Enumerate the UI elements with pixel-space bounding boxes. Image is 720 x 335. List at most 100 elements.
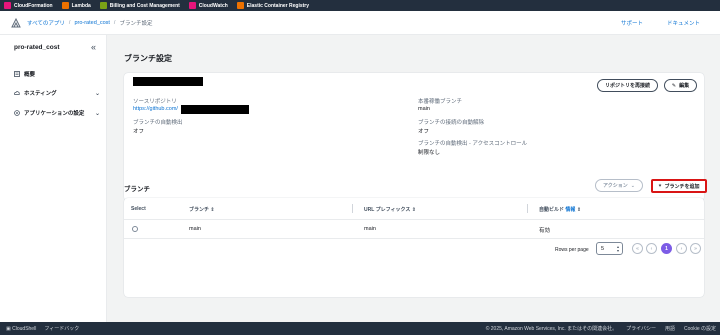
breadcrumb-separator: / xyxy=(68,19,71,26)
breadcrumb-separator: / xyxy=(113,19,116,26)
last-page-button[interactable]: » xyxy=(690,243,701,254)
info-link[interactable]: 情報 xyxy=(565,207,575,213)
source-repo-label: ソースリポジトリ xyxy=(133,99,177,105)
sidebar-item-overview[interactable]: 概要 xyxy=(14,70,100,78)
breadcrumb-all-apps[interactable]: すべてのアプリ xyxy=(27,19,65,27)
redacted-repo-url xyxy=(181,105,249,114)
branches-table: Select ブランチ ⇕ URL プレフィックス ⇕ 自動ビルド 情報 ⇕ m… xyxy=(124,198,704,297)
row-divider xyxy=(124,238,704,239)
rows-per-page-value: 5 xyxy=(601,245,605,252)
page-number-button[interactable]: 1 xyxy=(661,243,672,254)
sort-icon: ⇕ xyxy=(576,207,582,213)
table-cell-auto-build: 有効 xyxy=(539,228,551,234)
privacy-link[interactable]: プライバシー xyxy=(626,325,656,332)
favorite-label: CloudFormation xyxy=(14,2,53,9)
add-branch-button[interactable]: ⑂ ブランチを追加 xyxy=(651,179,707,193)
edit-icon: ✎ xyxy=(671,82,677,89)
chevron-down-icon: ⌄ xyxy=(94,90,100,97)
row-select-radio[interactable] xyxy=(132,226,138,232)
auto-detect-value: オフ xyxy=(133,129,145,135)
edit-button[interactable]: ✎ 編集 xyxy=(664,79,697,92)
reconnect-repo-button[interactable]: リポジトリを再接続 xyxy=(597,79,658,92)
sidebar: pro-rated_cost « 概要 ホスティング ⌄ アプリケーションの設定… xyxy=(0,35,107,322)
cloudwatch-icon xyxy=(188,2,196,9)
lambda-icon xyxy=(61,2,69,9)
auto-disconnect-label: ブランチの接続の自動解除 xyxy=(418,120,485,126)
list-icon xyxy=(14,71,20,77)
column-header-branch-label: ブランチ xyxy=(189,207,210,213)
column-header-url-prefix[interactable]: URL プレフィックス ⇕ xyxy=(364,206,416,213)
add-branch-label: ブランチを追加 xyxy=(664,183,700,190)
favorite-cloudformation[interactable]: CloudFormation xyxy=(4,2,53,9)
redacted-repo-name xyxy=(133,77,203,86)
main-content: ブランチ設定 リポジトリを再接続 ✎ 編集 ソースリポジトリ https://g… xyxy=(107,35,720,322)
favorite-label: Lambda xyxy=(71,2,91,9)
breadcrumb-current: ブランチ設定 xyxy=(119,20,153,27)
select-updown-icon: ▴ ▾ xyxy=(616,244,619,253)
column-header-auto-build: 自動ビルド 情報 ⇕ xyxy=(539,206,581,213)
access-control-label: ブランチの自動検出 - アクセスコントロール xyxy=(418,141,528,147)
page-title: ブランチ設定 xyxy=(124,54,172,63)
breadcrumb: すべてのアプリ / pro-rated_cost / ブランチ設定 xyxy=(27,19,152,27)
favorite-lambda[interactable]: Lambda xyxy=(61,2,91,9)
column-divider xyxy=(352,204,353,213)
sidebar-item-label: アプリケーションの設定 xyxy=(24,111,85,117)
edit-label: 編集 xyxy=(679,83,690,89)
prod-branch-value: main xyxy=(418,106,430,112)
column-header-branch[interactable]: ブランチ ⇕ xyxy=(189,206,215,213)
prod-branch-label: 本番稼働ブランチ xyxy=(418,99,463,105)
cloudformation-icon xyxy=(4,2,11,9)
settings-icon xyxy=(14,110,20,116)
column-header-auto-build-label: 自動ビルド xyxy=(539,207,565,213)
billing-icon xyxy=(99,2,107,9)
auto-disconnect-value: オフ xyxy=(418,129,430,135)
next-page-button[interactable]: › xyxy=(676,243,687,254)
cloudshell-button[interactable]: ▣ CloudShell xyxy=(6,326,36,332)
column-header-select: Select xyxy=(131,206,146,212)
rows-per-page-label: Rows per page xyxy=(555,247,589,253)
source-repo-link[interactable]: https://github.com/ xyxy=(133,106,178,112)
cookie-settings-link[interactable]: Cookie の設定 xyxy=(684,325,716,332)
favorite-billing[interactable]: Billing and Cost Management xyxy=(99,2,180,9)
access-control-value: 制限なし xyxy=(418,150,441,156)
chevron-down-icon: ⌄ xyxy=(94,110,100,117)
collapse-sidebar-icon[interactable]: « xyxy=(91,43,96,52)
column-divider xyxy=(527,204,528,213)
column-header-prefix-label: URL プレフィックス xyxy=(364,207,411,213)
footer: ▣ CloudShell フィードバック © 2025, Amazon Web … xyxy=(0,322,720,335)
sort-icon: ⇕ xyxy=(411,207,416,213)
documentation-link[interactable]: ドキュメント xyxy=(667,19,700,27)
actions-label: アクション xyxy=(603,183,628,189)
feedback-link[interactable]: フィードバック xyxy=(44,325,79,332)
branch-add-icon: ⑂ xyxy=(658,183,662,189)
ecr-icon xyxy=(236,2,244,9)
favorite-cloudwatch[interactable]: CloudWatch xyxy=(188,2,228,9)
breadcrumb-app[interactable]: pro-rated_cost xyxy=(74,20,109,26)
actions-dropdown[interactable]: アクション ⌄ xyxy=(595,179,643,192)
table-cell-prefix: main xyxy=(364,226,376,232)
cloud-icon xyxy=(14,91,20,95)
prev-page-button[interactable]: ‹ xyxy=(646,243,657,254)
sidebar-item-label: ホスティング xyxy=(24,91,57,97)
sidebar-item-hosting[interactable]: ホスティング ⌄ xyxy=(14,89,100,97)
favorites-bar: CloudFormation Lambda Billing and Cost M… xyxy=(0,0,720,11)
sidebar-item-app-settings[interactable]: アプリケーションの設定 ⌄ xyxy=(14,109,100,117)
top-nav: すべてのアプリ / pro-rated_cost / ブランチ設定 サポート ド… xyxy=(0,11,720,35)
rows-per-page-select[interactable]: 5 ▴ ▾ xyxy=(596,242,623,255)
chevron-down-icon: ⌄ xyxy=(630,182,635,189)
sort-icon: ⇕ xyxy=(210,207,215,213)
amplify-logo-icon[interactable] xyxy=(11,17,21,28)
terms-link[interactable]: 用語 xyxy=(665,325,675,332)
first-page-button[interactable]: « xyxy=(632,243,643,254)
copyright-text: © 2025, Amazon Web Services, Inc. またはその関… xyxy=(485,326,618,332)
cloudshell-label: CloudShell xyxy=(12,325,37,332)
favorite-label: Billing and Cost Management xyxy=(109,2,180,9)
sidebar-app-name: pro-rated_cost xyxy=(14,44,60,51)
favorite-ecr[interactable]: Elastic Container Registry xyxy=(236,2,310,9)
favorite-label: Elastic Container Registry xyxy=(246,2,310,9)
branches-title: ブランチ xyxy=(124,186,150,193)
header-divider xyxy=(124,219,704,220)
sidebar-item-label: 概要 xyxy=(24,72,36,78)
auto-detect-label: ブランチの自動検出 xyxy=(133,120,183,126)
support-link[interactable]: サポート xyxy=(621,19,643,27)
